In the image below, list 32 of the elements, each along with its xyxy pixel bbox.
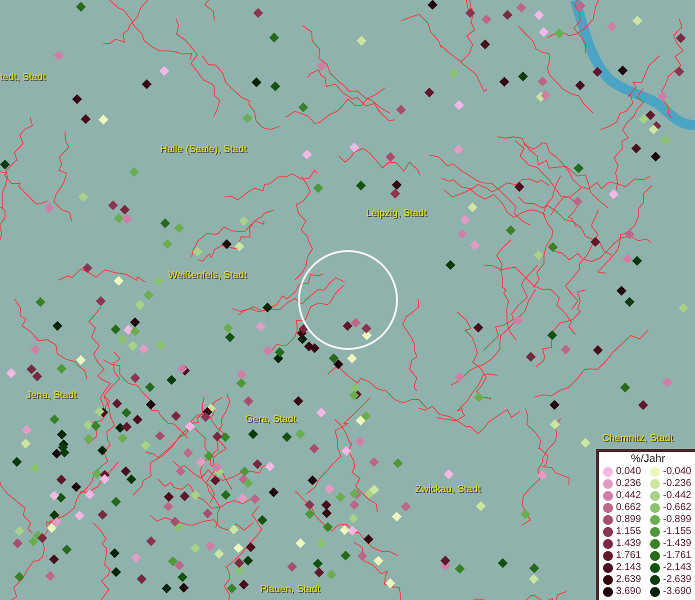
city-label: Gera, Stadt bbox=[245, 414, 296, 425]
legend-value: 1.761 bbox=[616, 550, 642, 562]
legend-value: -2.639 bbox=[663, 574, 692, 586]
legend-value: 0.236 bbox=[616, 478, 642, 490]
legend-value: 0.040 bbox=[616, 466, 642, 478]
legend-value: -0.899 bbox=[663, 514, 692, 526]
legend-value: -0.236 bbox=[663, 478, 692, 490]
city-label: Plauen, Stadt bbox=[260, 584, 320, 595]
legend-value: -1.439 bbox=[663, 538, 692, 550]
legend-value: 3.690 bbox=[616, 586, 642, 598]
city-label: Zwickau, Stadt bbox=[415, 484, 481, 495]
legend-value: -0.662 bbox=[663, 502, 692, 514]
legend-value: 0.442 bbox=[616, 490, 642, 502]
legend-value: 2.639 bbox=[616, 574, 642, 586]
legend-value: 2.143 bbox=[616, 562, 642, 574]
legend-value: -0.040 bbox=[663, 466, 692, 478]
legend-value: 0.899 bbox=[616, 514, 642, 526]
legend-value: -3.690 bbox=[663, 586, 692, 598]
legend-title: %/Jahr bbox=[630, 453, 666, 466]
city-label: Leipzig, Stadt bbox=[366, 208, 427, 219]
city-label: Weißenfels, Stadt bbox=[168, 270, 247, 281]
legend-value: -1.761 bbox=[663, 550, 692, 562]
legend-value: -0.442 bbox=[663, 490, 692, 502]
legend-value: 0.662 bbox=[616, 502, 642, 514]
legend-value: 1.439 bbox=[616, 538, 642, 550]
legend-value: -2.143 bbox=[663, 562, 692, 574]
city-label: Chemnitz, Stadt bbox=[602, 433, 674, 444]
legend-value: 1.155 bbox=[616, 526, 642, 538]
city-label: tedt, Stadt bbox=[0, 72, 46, 83]
city-label: Jena, Stadt bbox=[26, 390, 77, 401]
legend-value: -1.155 bbox=[663, 526, 692, 538]
city-label: Halle (Saale), Stadt bbox=[160, 144, 247, 155]
